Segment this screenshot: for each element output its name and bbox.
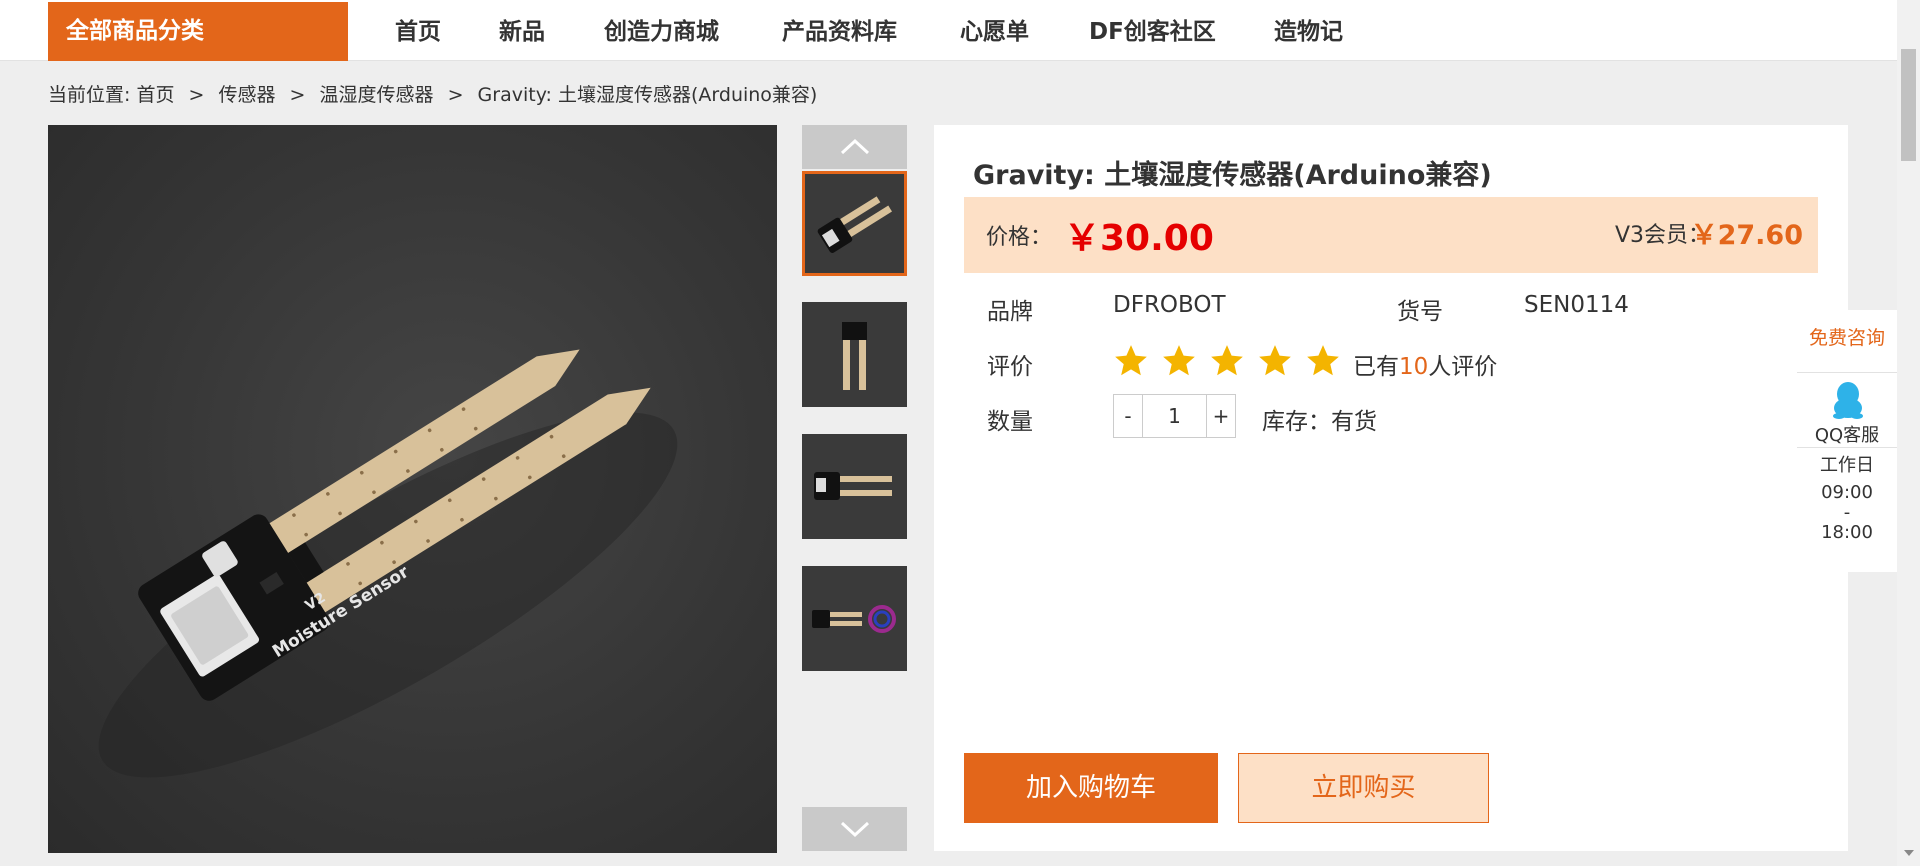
breadcrumb-separator: > [188,84,205,106]
service-hours: 工作日 09:00 - 18:00 [1797,456,1897,543]
breadcrumb-current-product[interactable]: Gravity: 土壤湿度传感器(Arduino兼容) [478,84,818,106]
review-summary: 已有10人评价 [1353,347,1497,381]
breadcrumb-separator: > [289,84,306,106]
brand-value: DFROBOT [1113,292,1226,318]
qq-service-label: QQ客服 [1814,425,1880,446]
brand-label: 品牌 [987,299,1033,325]
product-title: Gravity: 土壤湿度传感器(Arduino兼容) [973,160,1492,191]
thumbnail-image [814,472,892,500]
star-icon [1115,345,1147,376]
price-box: 价格： ￥30.00 V3会员： ￥27.60 [964,197,1818,273]
thumbnail-angled[interactable] [802,171,907,276]
breadcrumb-separator: > [447,84,464,106]
price-label: 价格： [986,225,1053,250]
sku-value: SEN0114 [1524,292,1629,318]
thumbnail-image [842,322,867,390]
add-to-cart-button[interactable]: 加入购物车 [964,753,1218,823]
thumbnail-with-cable[interactable] [802,566,907,671]
review-suffix: 人评价 [1428,354,1498,380]
nav-item-new[interactable]: 新品 [499,0,545,61]
quantity-label: 数量 [987,409,1033,435]
breadcrumb-temp-humidity-sensors[interactable]: 温湿度传感器 [320,84,434,106]
star-icon [1307,345,1339,376]
breadcrumb-sensors[interactable]: 传感器 [218,84,275,106]
price-value: ￥30.00 [1064,218,1214,259]
hours-label: 工作日 [1820,455,1874,476]
review-prefix: 已有 [1353,354,1399,380]
star-icon [1163,345,1195,376]
main-product-image[interactable]: Moisture Sensor V2 [48,125,777,853]
sku-label: 货号 [1397,299,1443,325]
thumbnail-scroll-down-button[interactable] [802,807,907,851]
member-price-value: ￥27.60 [1690,220,1803,251]
consult-widget: 免费咨询 QQ客服 工作日 09:00 - 18:00 [1797,310,1897,572]
page-scrollbar[interactable] [1897,0,1920,866]
star-icon [1211,345,1243,376]
thumbnail-vertical[interactable] [802,302,907,407]
breadcrumb-prefix: 当前位置: [48,84,131,106]
all-categories-button[interactable]: 全部商品分类 [48,2,348,61]
thumbnail-image [812,605,896,633]
quantity-decrease-button[interactable]: - [1113,394,1143,438]
breadcrumb: 当前位置: 首页 > 传感器 > 温湿度传感器 > Gravity: 土壤湿度传… [48,80,817,107]
nav-item-home[interactable]: 首页 [395,0,441,61]
chevron-up-icon [840,138,870,155]
rating-stars [1112,342,1342,380]
star-icon [1259,345,1291,376]
thumbnail-side[interactable] [802,434,907,539]
buy-now-button[interactable]: 立即购买 [1238,753,1489,823]
review-count-link[interactable]: 10 [1399,354,1428,380]
consult-title[interactable]: 免费咨询 [1797,323,1897,350]
thumbnail-image [817,196,892,253]
nav-item-wishlist[interactable]: 心愿单 [960,0,1029,61]
nav-item-maker-log[interactable]: 造物记 [1274,0,1343,61]
scrollbar-thumb[interactable] [1901,49,1916,161]
moisture-sensor-illustration: Moisture Sensor V2 [98,349,678,778]
nav-item-df-community[interactable]: DF创客社区 [1089,0,1216,61]
hours-separator: - [1843,502,1851,523]
rating-label: 评价 [987,354,1033,380]
qq-penguin-icon [1833,382,1863,419]
chevron-down-icon [840,821,870,838]
hours-end: 18:00 [1821,522,1873,543]
stock-status: 库存：有货 [1262,409,1377,435]
top-navigation: 全部商品分类 首页 新品 创造力商城 产品资料库 心愿单 DF创客社区 造物记 [0,0,1920,61]
hours-start: 09:00 [1821,482,1873,503]
thumbnail-scroll-up-button[interactable] [802,125,907,169]
product-info-panel: Gravity: 土壤湿度传感器(Arduino兼容) 价格： ￥30.00 V… [934,125,1848,851]
breadcrumb-home[interactable]: 首页 [136,84,174,106]
qq-service-button[interactable]: QQ客服 [1797,372,1897,448]
quantity-input[interactable] [1142,394,1207,438]
scroll-down-arrow-icon[interactable] [1904,850,1914,856]
nav-item-product-library[interactable]: 产品资料库 [782,0,897,61]
nav-item-creativity-store[interactable]: 创造力商城 [604,0,719,61]
quantity-increase-button[interactable]: + [1206,394,1236,438]
